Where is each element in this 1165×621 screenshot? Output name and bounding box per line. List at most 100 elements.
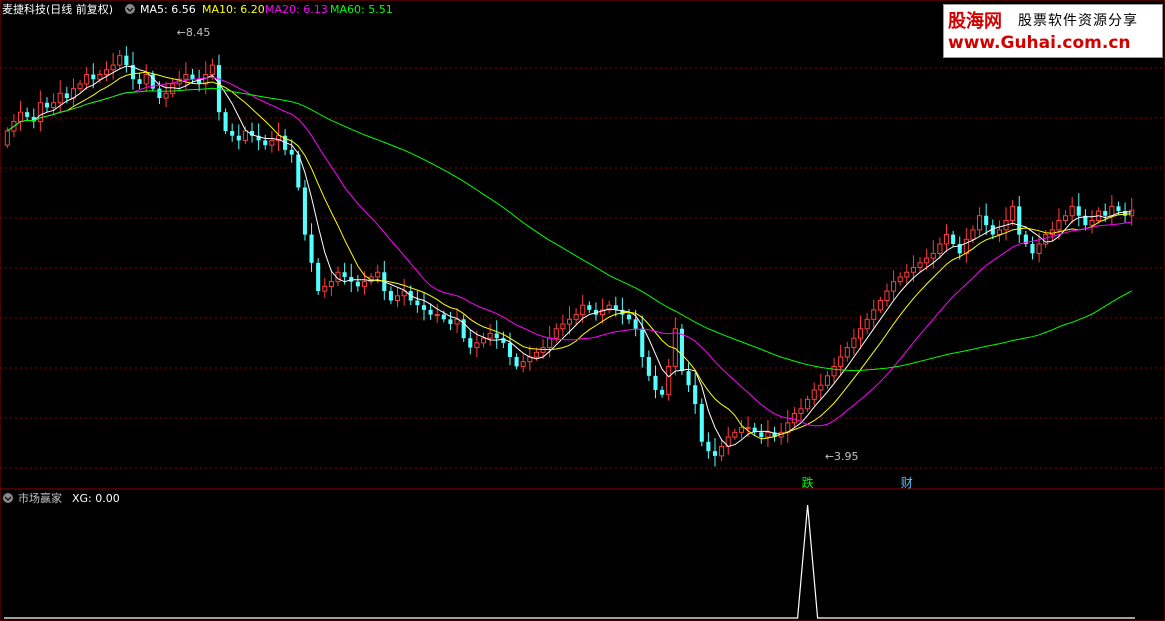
candle-body-down [448, 319, 453, 325]
candle-body-up [1010, 205, 1016, 221]
candle-body-up [1063, 215, 1069, 221]
stock-title: 麦捷科技(日线 前复权) [2, 3, 114, 16]
candle-body-down [289, 149, 294, 155]
candle-body-down [223, 112, 228, 131]
candle-body-down [64, 93, 69, 99]
candle-body-down [355, 281, 360, 287]
candle-body-up [732, 431, 738, 438]
candle-body-up [838, 356, 844, 367]
candle-body-up [831, 365, 837, 377]
candle-body-down [124, 55, 129, 66]
candle-body-up [242, 130, 248, 141]
candle-body-up [970, 229, 976, 240]
candle-body-up [57, 92, 63, 104]
candle-body-up [864, 318, 870, 330]
candle-body-up [553, 328, 559, 339]
candle-body-up [487, 332, 493, 339]
candle-body-up [375, 271, 381, 278]
candle-body-down [296, 154, 301, 188]
candle-body-down [626, 314, 632, 320]
candle-body-up [745, 427, 751, 430]
candle-body-up [1129, 209, 1135, 217]
ma20-label: MA20: 6.13 [265, 3, 328, 16]
candle-body-up [97, 74, 103, 80]
candle-body-down [514, 357, 519, 367]
candle-body-up [474, 342, 480, 349]
candle-body-down [633, 319, 638, 329]
candle-body-up [937, 243, 943, 254]
candle-body-up [103, 69, 110, 75]
candle-body-up [77, 83, 83, 90]
candle-body-up [1089, 219, 1095, 226]
candle-body-up [110, 64, 116, 71]
watermark-url: www.Guhai.com.cn [948, 33, 1131, 53]
candle-body-up [209, 64, 215, 76]
candle-body-down [494, 333, 499, 339]
candle-body-down [706, 441, 711, 452]
indicator-collapse-icon[interactable] [2, 492, 14, 508]
candle-body-up [117, 55, 123, 66]
candle-body-up [963, 238, 969, 254]
candle-body-up [930, 252, 936, 259]
candle-body-up [1056, 219, 1062, 231]
candle-body-up [996, 229, 1002, 236]
candle-body-up [580, 304, 586, 316]
watermark-line1: 股海网 [948, 11, 1002, 32]
collapse-icon[interactable] [124, 3, 136, 19]
candle-body-up [84, 74, 90, 85]
candle-body-up [738, 427, 745, 433]
watermark-line2: 股票软件资源分享 [1018, 13, 1138, 29]
candle-body-down [236, 135, 241, 141]
candle-body-up [434, 314, 440, 317]
signal-marker-label: 跌 [802, 475, 814, 490]
candle-body-down [699, 404, 704, 442]
candle-body-up [322, 285, 328, 292]
chart-canvas: 跌财停减涨 ←8.45←3.95 [0, 0, 1165, 621]
candle-body-down [759, 432, 764, 438]
candle-body-down [302, 187, 307, 235]
candle-body-down [91, 74, 96, 80]
candle-body-down [1116, 206, 1121, 212]
candle-body-down [316, 262, 321, 292]
candle-body-down [441, 314, 446, 320]
candle-body-up [791, 413, 797, 424]
candle-body-down [984, 215, 989, 226]
candle-body-up [884, 290, 890, 302]
candle-body-down [1103, 211, 1108, 216]
candle-body-up [844, 347, 850, 358]
candle-body-up [1109, 205, 1115, 217]
candle-body-up [805, 398, 811, 410]
candle-body-down [309, 234, 314, 263]
candle-body-up [17, 111, 24, 123]
candle-body-up [361, 281, 368, 287]
candle-body-down [157, 88, 162, 99]
candle-body-up [666, 365, 672, 396]
candle-body-up [1049, 229, 1055, 236]
candle-body-up [573, 314, 579, 320]
candle-body-up [977, 215, 983, 231]
candle-body-up [897, 276, 903, 283]
candle-body-up [454, 318, 460, 325]
candle-body-up [851, 337, 857, 349]
candle-body-up [547, 337, 553, 349]
candle-body-up [811, 389, 817, 400]
candle-body-up [520, 361, 526, 367]
candle-body-up [183, 74, 189, 80]
candle-body-down [137, 79, 142, 84]
candle-body-down [25, 112, 30, 117]
candle-body-down [388, 291, 393, 301]
candle-body-down [653, 375, 658, 390]
indicator-xg-label: XG: 0.00 [72, 492, 120, 505]
candle-body-down [421, 305, 427, 310]
candle-body-up [143, 74, 149, 85]
candle-body-up [4, 130, 10, 146]
candle-body-up [533, 351, 539, 358]
candle-body-down [686, 371, 691, 386]
candle-body-up [560, 323, 566, 330]
candle-body-down [230, 131, 235, 136]
candle-body-down [660, 389, 665, 395]
candle-body-up [818, 384, 824, 391]
candle-body-down [640, 328, 645, 357]
candle-body-down [507, 342, 513, 357]
signal-marker-label: 财 [901, 476, 913, 490]
